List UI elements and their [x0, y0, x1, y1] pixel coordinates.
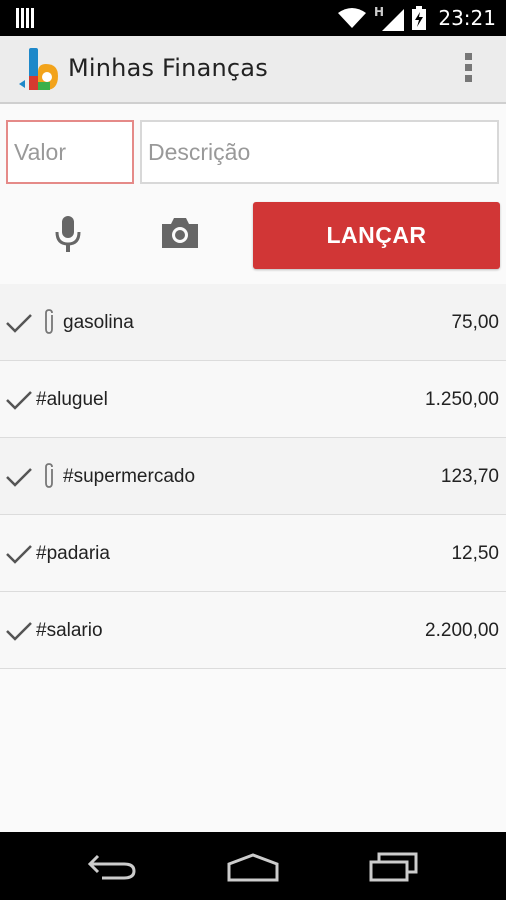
item-amount: 1.250,00 — [425, 389, 499, 410]
item-description: gasolina — [63, 312, 134, 333]
app-logo-icon — [19, 48, 58, 90]
valor-input[interactable]: Valor — [6, 120, 134, 184]
battery-charging-icon — [412, 6, 427, 30]
transaction-list: gasolina 75,00 #aluguel 1.250,00 #superm… — [0, 284, 506, 669]
overflow-menu-icon[interactable] — [460, 53, 476, 87]
action-bar: Minhas Finanças — [0, 36, 506, 104]
list-item[interactable]: #padaria 12,50 — [0, 515, 506, 592]
camera-icon[interactable] — [158, 214, 202, 254]
page-title: Minhas Finanças — [68, 54, 268, 82]
recent-apps-icon[interactable] — [368, 850, 420, 882]
sim-icon — [16, 8, 34, 28]
checkmark-icon — [6, 314, 32, 333]
list-item[interactable]: #supermercado 123,70 — [0, 438, 506, 515]
signal-icon: H — [374, 5, 405, 31]
item-amount: 2.200,00 — [425, 620, 499, 641]
list-item[interactable]: gasolina 75,00 — [0, 284, 506, 361]
microphone-icon[interactable] — [46, 212, 90, 256]
attachment-icon — [45, 463, 53, 488]
checkmark-icon — [6, 545, 32, 564]
entry-form: Valor Descrição LANÇAR — [0, 104, 506, 284]
item-description: #supermercado — [63, 466, 196, 487]
item-description: #aluguel — [36, 389, 108, 410]
list-item[interactable]: #salario 2.200,00 — [0, 592, 506, 669]
checkmark-icon — [6, 622, 32, 641]
checkmark-icon — [6, 468, 32, 487]
clock: 23:21 — [438, 6, 496, 30]
checkmark-icon — [6, 391, 32, 410]
item-amount: 123,70 — [440, 466, 499, 487]
item-description: #padaria — [36, 543, 110, 564]
home-icon[interactable] — [225, 852, 281, 882]
status-bar: H 23:21 — [0, 0, 506, 36]
network-type-label: H — [374, 5, 384, 19]
item-description: #salario — [36, 620, 103, 641]
navigation-bar — [0, 832, 506, 900]
item-amount: 75,00 — [451, 312, 499, 333]
back-icon[interactable] — [86, 852, 138, 880]
wifi-icon — [338, 8, 367, 28]
list-item[interactable]: #aluguel 1.250,00 — [0, 361, 506, 438]
item-amount: 12,50 — [451, 543, 499, 564]
attachment-icon — [45, 309, 53, 334]
screen: H 23:21 Minhas Finanças Valor Descrição … — [0, 0, 506, 900]
lancar-button[interactable]: LANÇAR — [253, 202, 500, 269]
status-icons: H 23:21 — [338, 0, 496, 36]
descricao-input[interactable]: Descrição — [140, 120, 499, 184]
